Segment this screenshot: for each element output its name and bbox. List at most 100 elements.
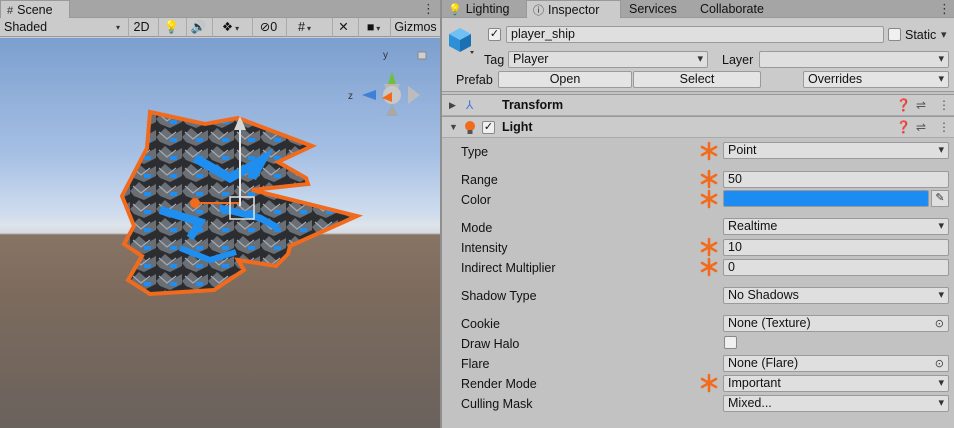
override-asterisk-icon (700, 237, 718, 257)
prefab-overrides-dropdown[interactable]: Overrides (803, 71, 949, 88)
override-asterisk-icon (700, 141, 718, 161)
draw-halo-checkbox[interactable] (724, 336, 737, 349)
render-mode-dropdown[interactable]: Important (723, 375, 949, 392)
transform-component-header[interactable]: ▶ ⅄ Transform ❓ ⇌ ⋮ (442, 94, 954, 116)
scene-viewport[interactable]: y z (0, 38, 440, 428)
scene-toolbar: Shaded ▾ 2D 💡 🔊 ❖ ▾ ⊘0 # ▾ ✕ ■ ▾ Gizmos (0, 18, 440, 37)
effects-dropdown-icon[interactable]: ❖ ▾ (212, 18, 248, 37)
foldout-expanded-icon[interactable]: ▼ (449, 122, 458, 132)
tab-inspector[interactable]: ⓘ Inspector (526, 0, 621, 18)
tab-collaborate-label: Collaborate (700, 2, 764, 16)
culling-mask-label: Culling Mask (461, 397, 533, 411)
object-name-field[interactable]: player_ship (506, 26, 884, 43)
transform-axes-icon: ⅄ (466, 98, 474, 112)
light-enabled-checkbox[interactable]: ✓ (482, 121, 495, 134)
help-icon[interactable]: ❓ (896, 98, 911, 112)
toggle-2d-button[interactable]: 2D (128, 18, 154, 37)
indirect-multiplier-field[interactable]: 0 (723, 259, 949, 276)
gizmos-label: Gizmos (394, 20, 437, 34)
cookie-value: None (Texture) (728, 316, 811, 330)
object-active-checkbox[interactable]: ✓ (488, 28, 501, 41)
object-picker-icon[interactable]: ⊙ (935, 317, 944, 331)
help-icon[interactable]: ❓ (896, 120, 911, 134)
light-bulb-icon (465, 121, 475, 134)
prefab-label: Prefab (456, 73, 493, 87)
mode-dropdown[interactable]: Realtime (723, 218, 949, 235)
lock-icon[interactable] (417, 51, 427, 60)
shadow-type-dropdown[interactable]: No Shadows (723, 287, 949, 304)
tab-inspector-label: Inspector (548, 3, 600, 17)
hidden-count: 0 (270, 20, 278, 34)
light-component-header[interactable]: ▼ ✓ Light ❓ ⇌ ⋮ (442, 116, 954, 138)
grid-icon: # (7, 5, 14, 17)
range-label: Range (461, 173, 498, 187)
chevron-down-icon: ▾ (115, 23, 120, 32)
axis-y-label: y (383, 50, 388, 61)
culling-mask-dropdown[interactable]: Mixed... (723, 395, 949, 412)
tab-lighting[interactable]: 💡 Lighting (442, 0, 526, 18)
color-label: Color (461, 193, 491, 207)
override-asterisk-icon (700, 169, 718, 189)
prefab-open-button[interactable]: Open (498, 71, 632, 88)
indirect-multiplier-label: Indirect Multiplier (461, 261, 556, 275)
tab-scene-label: Scene (17, 3, 53, 17)
grid-snap-dropdown-icon[interactable]: # ▾ (286, 18, 322, 37)
object-picker-icon[interactable]: ⊙ (935, 357, 944, 371)
tab-scene[interactable]: # Scene (0, 0, 70, 18)
scene-canvas: y z (119, 50, 427, 297)
inspector-object-header: ✓ player_ship Static ▾ Tag Player Layer … (442, 18, 954, 92)
shadow-type-label: Shadow Type (461, 289, 537, 303)
color-field[interactable] (723, 190, 929, 207)
inspector-tabbar: 💡 Lighting ⓘ Inspector Services Collaborat… (442, 0, 954, 18)
orientation-gizmo[interactable]: y z (348, 50, 427, 116)
flare-label: Flare (461, 357, 490, 371)
inspector-menu-icon[interactable]: ⋮ (938, 0, 951, 18)
tab-lighting-label: Lighting (465, 2, 510, 16)
static-label[interactable]: Static (905, 28, 936, 42)
scene-panel: # Scene ⋮ Shaded ▾ 2D 💡 🔊 ❖ ▾ ⊘0 # ▾ ✕ ■ ▾ G… (0, 0, 440, 428)
range-field[interactable]: 50 (723, 171, 949, 188)
cookie-label: Cookie (461, 317, 500, 331)
scene-menu-icon[interactable]: ⋮ (422, 0, 435, 18)
draw-halo-label: Draw Halo (461, 337, 520, 351)
audio-toggle-icon[interactable]: 🔊 (186, 18, 210, 37)
toggle-2d-label: 2D (133, 20, 150, 34)
component-menu-icon[interactable]: ⋮ (938, 98, 950, 112)
static-checkbox[interactable] (888, 28, 901, 41)
eye-slash-icon: ⊘ (259, 20, 271, 34)
tab-services-label: Services (629, 2, 677, 16)
eyedropper-icon[interactable]: ✎ (931, 190, 949, 207)
tools-icon[interactable]: ✕ (332, 18, 354, 37)
layer-dropdown[interactable] (759, 51, 949, 68)
tab-collaborate[interactable]: Collaborate (694, 0, 784, 18)
mode-label: Mode (461, 221, 493, 235)
tag-label: Tag (484, 53, 505, 67)
static-dropdown-icon[interactable]: ▾ (941, 28, 947, 41)
hidden-objects-toggle[interactable]: ⊘0 (252, 18, 284, 37)
flare-object-field[interactable]: None (Flare) ⊙ (723, 355, 949, 372)
layer-label: Layer (722, 53, 754, 67)
type-dropdown[interactable]: Point (723, 142, 949, 159)
gameobject-cube-icon (449, 28, 474, 54)
tag-dropdown[interactable]: Player (508, 51, 708, 68)
component-menu-icon[interactable]: ⋮ (938, 120, 950, 134)
override-asterisk-icon (700, 257, 718, 277)
light-title: Light (502, 120, 533, 134)
preset-icon[interactable]: ⇌ (916, 120, 926, 134)
tab-services[interactable]: Services (623, 0, 693, 18)
intensity-field[interactable]: 10 (723, 239, 949, 256)
camera-dropdown-icon[interactable]: ■ ▾ (358, 18, 388, 37)
inspector-panel: 💡 Lighting ⓘ Inspector Services Collaborat… (442, 0, 954, 428)
prefab-select-button[interactable]: Select (633, 71, 761, 88)
scene-lighting-toggle-icon[interactable]: 💡 (158, 18, 184, 37)
info-icon: ⓘ (533, 5, 544, 17)
shading-mode-dropdown[interactable]: Shaded ▾ (0, 18, 124, 37)
override-asterisk-icon (700, 373, 718, 393)
intensity-label: Intensity (461, 241, 508, 255)
gizmos-dropdown[interactable]: Gizmos (390, 18, 440, 37)
cookie-object-field[interactable]: None (Texture) ⊙ (723, 315, 949, 332)
foldout-collapsed-icon[interactable]: ▶ (449, 100, 456, 111)
scene-tabbar: # Scene ⋮ (0, 0, 440, 18)
preset-icon[interactable]: ⇌ (916, 98, 926, 112)
shading-mode-label: Shaded (4, 20, 48, 34)
